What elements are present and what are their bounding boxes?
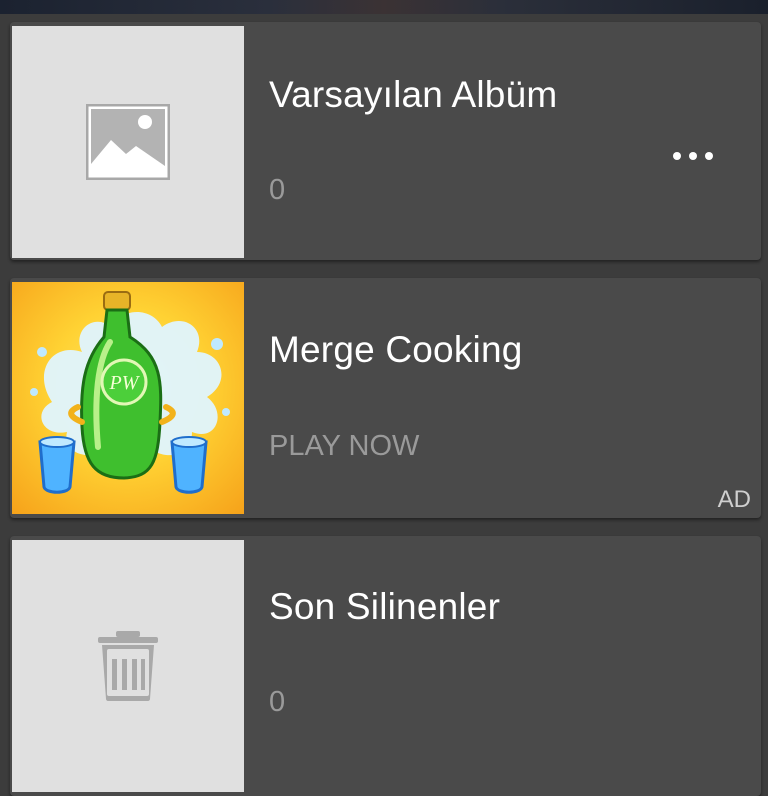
merge-cooking-app-icon: PW [30, 291, 230, 494]
album-list: Varsayılan Albüm 0 PW Merge Cooking PLAY… [0, 14, 768, 796]
album-title: Varsayılan Albüm [269, 74, 558, 115]
album-thumbnail [12, 26, 244, 258]
ad-thumbnail[interactable]: PW [12, 282, 244, 514]
more-dot-icon [673, 152, 681, 160]
status-bar-strip [0, 0, 768, 14]
bottle-logo: PW [109, 372, 141, 394]
ad-card[interactable]: PW Merge Cooking PLAY NOW AD [10, 278, 761, 518]
play-now-link[interactable]: PLAY NOW [269, 430, 419, 463]
album-thumbnail [12, 540, 244, 792]
album-count: 0 [269, 686, 286, 718]
album-card-default[interactable]: Varsayılan Albüm 0 [10, 22, 761, 260]
album-card-recently-deleted[interactable]: Son Silinenler 0 [10, 536, 761, 796]
trash-icon [98, 631, 158, 701]
more-dot-icon [705, 152, 713, 160]
more-dot-icon [689, 152, 697, 160]
more-options-button[interactable] [667, 146, 719, 166]
album-title: Son Silinenler [269, 586, 501, 627]
ad-badge: AD [717, 486, 751, 513]
album-count: 0 [269, 174, 286, 206]
image-placeholder-icon [86, 104, 170, 180]
ad-title: Merge Cooking [269, 329, 523, 370]
